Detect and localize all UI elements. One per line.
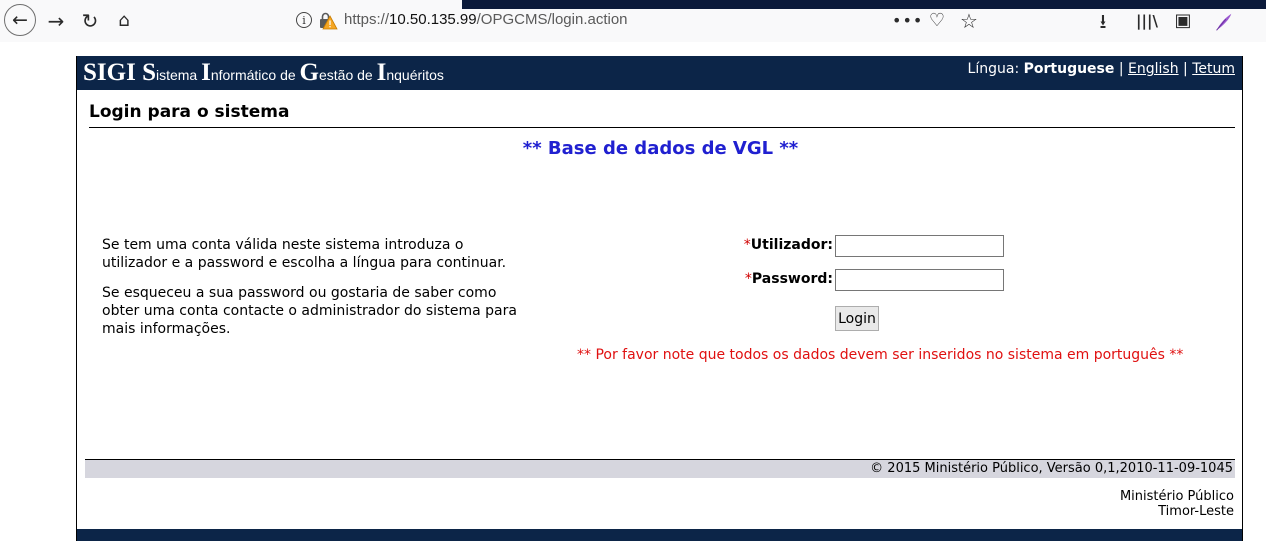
reload-icon[interactable]: ↻ [78, 8, 102, 34]
login-page: SIGI Sistema Informático de Gestão de In… [76, 56, 1243, 541]
library-icon[interactable]: |||\ [1134, 8, 1160, 34]
password-row: *Password: [677, 268, 833, 292]
password-label: *Password: [745, 271, 833, 287]
language-tetum-link[interactable]: Tetum [1192, 61, 1235, 77]
title-initial: I [201, 59, 211, 86]
back-arrow-icon[interactable]: ← [4, 4, 36, 36]
language-notice: ** Por favor note que todos os dados dev… [577, 347, 1184, 363]
url-text[interactable]: https://10.50.135.99/OPGCMS/login.action [344, 11, 628, 28]
title-word: estão de [319, 67, 377, 83]
language-label: Língua: [967, 61, 1024, 77]
language-current: Portuguese [1023, 61, 1115, 77]
insecure-lock-icon[interactable] [318, 12, 338, 30]
url-path: /OPGCMS/login.action [476, 11, 628, 28]
sidebar-icon[interactable]: ▣ [1170, 8, 1196, 34]
app-bottom-bar [77, 529, 1242, 541]
footer-copyright: © 2015 Ministério Público, Versão 0,1,20… [870, 461, 1233, 476]
username-label-text: Utilizador: [750, 237, 833, 253]
page-actions-icon[interactable]: ••• [892, 8, 922, 34]
pocket-icon[interactable]: ♡ [924, 8, 950, 34]
password-input[interactable] [835, 269, 1004, 291]
username-input[interactable] [835, 235, 1004, 257]
title-initial: S [142, 59, 156, 86]
help-text: Se tem uma conta válida neste sistema in… [102, 236, 522, 350]
url-scheme: https:// [344, 11, 390, 28]
footer-org-name: Ministério Público [1119, 489, 1234, 504]
forward-arrow-icon[interactable]: → [44, 8, 68, 34]
language-separator: | [1114, 61, 1129, 77]
heading-divider [89, 127, 1235, 128]
site-info-icon[interactable]: i [296, 12, 312, 28]
required-marker: * [743, 237, 751, 253]
database-banner: ** Base de dados de VGL ** [522, 138, 799, 159]
help-paragraph: Se tem uma conta válida neste sistema in… [102, 237, 507, 271]
bookmark-star-icon[interactable]: ☆ [956, 8, 982, 34]
username-row: *Utilizador: [677, 234, 833, 258]
language-separator: | [1178, 61, 1193, 77]
footer-bar: © 2015 Ministério Público, Versão 0,1,20… [85, 459, 1235, 478]
home-icon[interactable]: ⌂ [112, 8, 136, 34]
footer-org-country: Timor-Leste [1158, 504, 1234, 519]
title-word: istema [155, 67, 202, 83]
title-word: nquéritos [386, 67, 444, 83]
username-label: *Utilizador: [744, 237, 833, 253]
required-marker: * [744, 271, 752, 287]
help-paragraph: Se esqueceu a sua password ou gostaria d… [102, 285, 517, 337]
extension-feather-icon[interactable] [1210, 10, 1236, 34]
language-english-link[interactable]: English [1128, 61, 1179, 77]
title-initial: SIGI [83, 59, 143, 86]
address-bar[interactable]: i https://10.50.135.99/OPGCMS/login.acti… [286, 9, 996, 35]
title-word: nformático de [210, 67, 300, 83]
login-button[interactable]: Login [835, 306, 879, 331]
downloads-icon[interactable]: ⭳ [1090, 8, 1116, 34]
language-selector: Língua: Portuguese | English | Tetum [968, 61, 1235, 77]
app-header: SIGI Sistema Informático de Gestão de In… [77, 56, 1242, 90]
footer-organization: Ministério Público Timor-Leste [1120, 489, 1234, 519]
title-initial: I [376, 59, 387, 86]
page-title: Login para o sistema [89, 102, 290, 122]
title-initial: G [299, 59, 319, 86]
app-title: SIGI Sistema Informático de Gestão de In… [83, 59, 444, 87]
url-host: 10.50.135.99 [389, 11, 477, 28]
password-label-text: Password: [751, 271, 833, 287]
browser-toolbar: ← → ↻ ⌂ i https://10.50.135.99/OPGCMS/lo… [0, 0, 1266, 42]
